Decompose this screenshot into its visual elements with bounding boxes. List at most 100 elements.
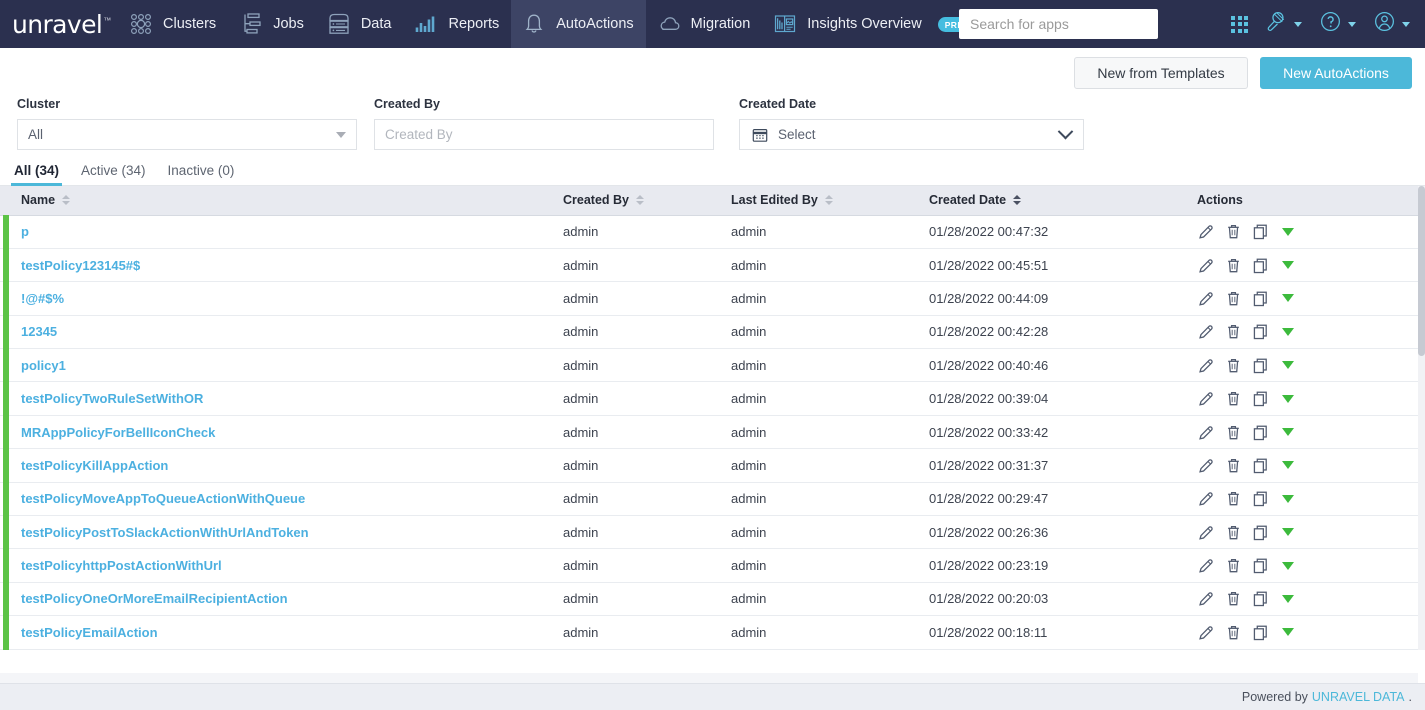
help-menu-button[interactable] (1311, 0, 1363, 48)
table-row[interactable]: !@#$% admin admin 01/28/2022 00:44:09 (0, 280, 1418, 316)
edit-pencil-icon[interactable] (1197, 489, 1216, 508)
column-header-created-by[interactable]: Created By (560, 186, 728, 216)
delete-trash-icon[interactable] (1224, 523, 1243, 542)
duplicate-copy-icon[interactable] (1251, 356, 1270, 375)
edit-pencil-icon[interactable] (1197, 289, 1216, 308)
delete-trash-icon[interactable] (1224, 389, 1243, 408)
vertical-scrollbar[interactable] (1418, 186, 1425, 650)
delete-trash-icon[interactable] (1224, 356, 1243, 375)
edit-pencil-icon[interactable] (1197, 222, 1216, 241)
autoaction-name-link[interactable]: p (21, 224, 29, 239)
autoaction-name-link[interactable]: !@#$% (21, 291, 64, 306)
table-row[interactable]: MRAppPolicyForBellIconCheck admin admin 01/… (0, 414, 1418, 450)
user-menu-button[interactable] (1365, 0, 1417, 48)
autoaction-name-link[interactable]: testPolicyTwoRuleSetWithOR (21, 391, 203, 406)
table-row[interactable]: testPolicyhttpPostActionWithUrl admin admi… (0, 547, 1418, 583)
cluster-select[interactable]: All (17, 119, 357, 150)
edit-pencil-icon[interactable] (1197, 423, 1216, 442)
status-caret-icon[interactable] (1282, 628, 1294, 637)
apps-grid-button[interactable] (1224, 0, 1255, 48)
edit-pencil-icon[interactable] (1197, 556, 1216, 575)
autoaction-name-link[interactable]: testPolicy123145#$ (21, 258, 140, 273)
status-caret-icon[interactable] (1282, 561, 1294, 570)
footer-brand-link[interactable]: UNRAVEL DATA (1312, 690, 1405, 704)
duplicate-copy-icon[interactable] (1251, 489, 1270, 508)
status-caret-icon[interactable] (1282, 528, 1294, 537)
table-row[interactable]: testPolicyEmailAction admin admin 01/28/202… (0, 614, 1418, 650)
duplicate-copy-icon[interactable] (1251, 456, 1270, 475)
duplicate-copy-icon[interactable] (1251, 423, 1270, 442)
table-row[interactable]: testPolicyKillAppAction admin admin 01/28/2… (0, 447, 1418, 483)
autoaction-name-link[interactable]: testPolicyOneOrMoreEmailRecipientAction (21, 591, 288, 606)
status-caret-icon[interactable] (1282, 428, 1294, 437)
autoaction-name-link[interactable]: testPolicyhttpPostActionWithUrl (21, 558, 222, 573)
edit-pencil-icon[interactable] (1197, 356, 1216, 375)
unravel-logo[interactable]: unravel ™ (0, 12, 118, 37)
autoaction-name-link[interactable]: MRAppPolicyForBellIconCheck (21, 425, 215, 440)
nav-item-reports[interactable]: Reports (403, 0, 511, 48)
edit-pencil-icon[interactable] (1197, 523, 1216, 542)
status-caret-icon[interactable] (1282, 494, 1294, 503)
duplicate-copy-icon[interactable] (1251, 623, 1270, 642)
delete-trash-icon[interactable] (1224, 623, 1243, 642)
tab-inactive[interactable]: Inactive (0) (168, 163, 235, 185)
table-row[interactable]: p admin admin 01/28/2022 00:47:32 (0, 213, 1418, 249)
duplicate-copy-icon[interactable] (1251, 256, 1270, 275)
duplicate-copy-icon[interactable] (1251, 589, 1270, 608)
created-by-input[interactable]: Created By (374, 119, 714, 150)
status-caret-icon[interactable] (1282, 461, 1294, 470)
nav-item-clusters[interactable]: Clusters (118, 0, 228, 48)
edit-pencil-icon[interactable] (1197, 256, 1216, 275)
delete-trash-icon[interactable] (1224, 322, 1243, 341)
table-row[interactable]: testPolicy123145#$ admin admin 01/28/2022 0… (0, 247, 1418, 283)
autoaction-name-link[interactable]: 12345 (21, 324, 57, 339)
delete-trash-icon[interactable] (1224, 289, 1243, 308)
table-row[interactable]: policy1 admin admin 01/28/2022 00:40:46 (0, 347, 1418, 383)
scrollbar-thumb[interactable] (1418, 186, 1425, 356)
table-row[interactable]: testPolicyTwoRuleSetWithOR admin admin 01/2… (0, 380, 1418, 416)
duplicate-copy-icon[interactable] (1251, 523, 1270, 542)
status-caret-icon[interactable] (1282, 394, 1294, 403)
status-caret-icon[interactable] (1282, 227, 1294, 236)
column-header-name[interactable]: Name (0, 186, 560, 216)
autoaction-name-link[interactable]: testPolicyPostToSlackActionWithUrlAndTok… (21, 525, 309, 540)
app-search-box[interactable] (959, 9, 1158, 39)
delete-trash-icon[interactable] (1224, 222, 1243, 241)
delete-trash-icon[interactable] (1224, 556, 1243, 575)
delete-trash-icon[interactable] (1224, 489, 1243, 508)
new-from-templates-button[interactable]: New from Templates (1074, 56, 1248, 89)
delete-trash-icon[interactable] (1224, 589, 1243, 608)
nav-item-data[interactable]: Data (316, 0, 404, 48)
duplicate-copy-icon[interactable] (1251, 556, 1270, 575)
duplicate-copy-icon[interactable] (1251, 289, 1270, 308)
delete-trash-icon[interactable] (1224, 256, 1243, 275)
autoaction-name-link[interactable]: testPolicyKillAppAction (21, 458, 168, 473)
delete-trash-icon[interactable] (1224, 456, 1243, 475)
nav-item-migration[interactable]: Migration (646, 0, 763, 48)
edit-pencil-icon[interactable] (1197, 456, 1216, 475)
status-caret-icon[interactable] (1282, 327, 1294, 336)
autoaction-name-link[interactable]: policy1 (21, 358, 66, 373)
autoaction-name-link[interactable]: testPolicyEmailAction (21, 625, 158, 640)
duplicate-copy-icon[interactable] (1251, 322, 1270, 341)
edit-pencil-icon[interactable] (1197, 322, 1216, 341)
edit-pencil-icon[interactable] (1197, 589, 1216, 608)
table-row[interactable]: 12345 admin admin 01/28/2022 00:42:28 (0, 314, 1418, 349)
tab-active[interactable]: Active (34) (81, 163, 146, 185)
status-caret-icon[interactable] (1282, 294, 1294, 303)
search-input[interactable] (960, 10, 1157, 38)
table-row[interactable]: testPolicyPostToSlackActionWithUrlAndTok… (0, 514, 1418, 550)
edit-pencil-icon[interactable] (1197, 623, 1216, 642)
sort-toggle-name[interactable] (62, 195, 71, 206)
nav-item-autoactions[interactable]: AutoActions (511, 0, 646, 48)
column-header-last-edited-by[interactable]: Last Edited By (728, 186, 926, 216)
table-row[interactable]: testPolicyOneOrMoreEmailRecipientAction a… (0, 581, 1418, 617)
status-caret-icon[interactable] (1282, 594, 1294, 603)
created-date-select[interactable]: Select (739, 119, 1084, 150)
duplicate-copy-icon[interactable] (1251, 222, 1270, 241)
table-row[interactable]: testPolicyMoveAppToQueueActionWithQueue a… (0, 481, 1418, 516)
new-autoactions-button[interactable]: New AutoActions (1260, 56, 1412, 89)
sort-toggle-created-date[interactable] (1013, 195, 1022, 206)
sort-toggle-last-edited-by[interactable] (824, 195, 833, 206)
autoaction-name-link[interactable]: testPolicyMoveAppToQueueActionWithQueue (21, 491, 305, 506)
